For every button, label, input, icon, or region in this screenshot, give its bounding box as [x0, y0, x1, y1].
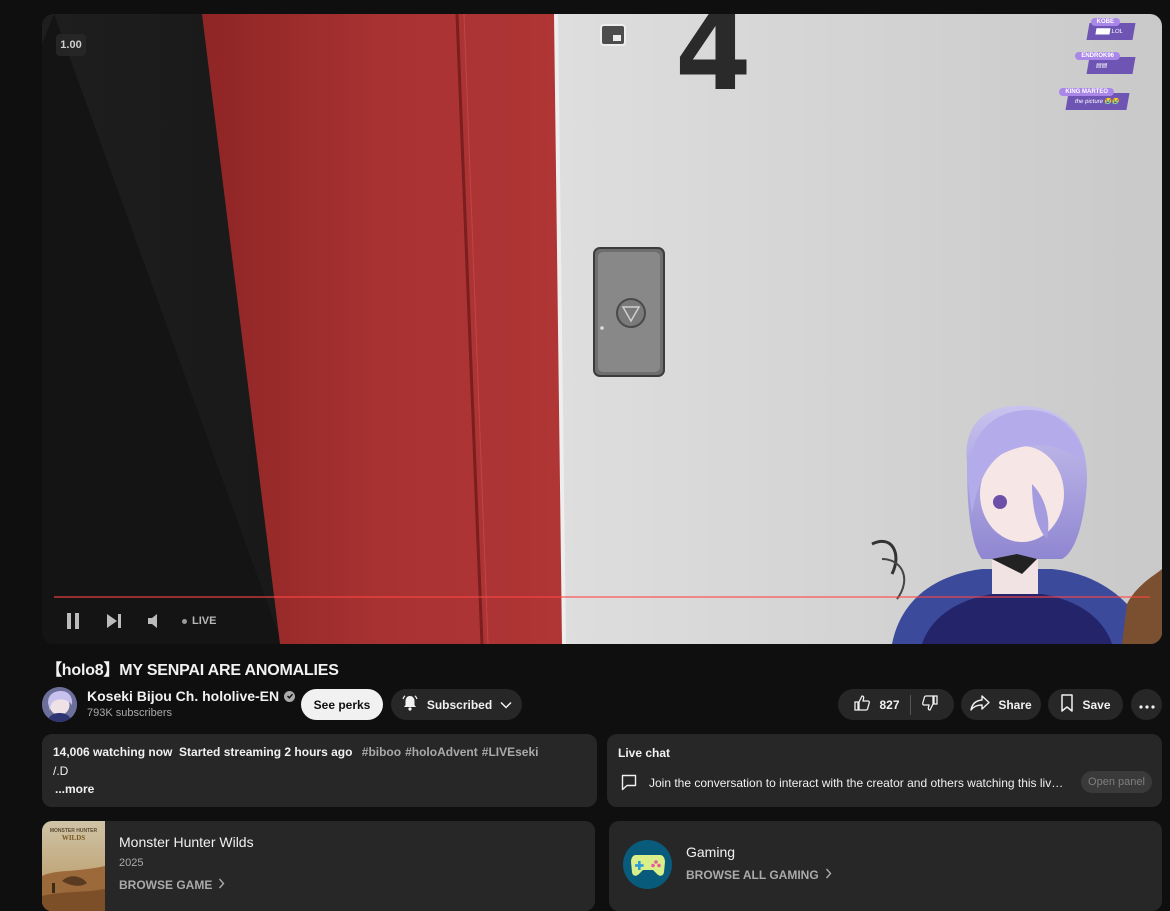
- live-indicator[interactable]: LIVE: [182, 610, 216, 632]
- browse-all-gaming-label: BROWSE ALL GAMING: [686, 868, 819, 882]
- progress-bar[interactable]: [54, 596, 1150, 598]
- svg-text:WILDS: WILDS: [62, 834, 85, 842]
- gaming-title: Gaming: [686, 844, 736, 860]
- subscriber-count: 793K subscribers: [87, 707, 172, 719]
- game-year: 2025: [119, 857, 144, 869]
- save-label: Save: [1082, 697, 1111, 712]
- player-controls: LIVE: [42, 596, 1162, 644]
- chat-overlay-message: KOBE ▇▇▇ LOL: [1086, 18, 1136, 40]
- game-title: Monster Hunter Wilds: [119, 834, 254, 850]
- browse-game-label: BROWSE GAME: [119, 878, 213, 892]
- description-text: /.D: [53, 764, 69, 778]
- bookmark-icon: [1060, 694, 1074, 715]
- dislike-button[interactable]: [911, 695, 939, 715]
- bell-icon: [401, 694, 419, 715]
- chat-overlay-user: KING MARTEO: [1059, 88, 1114, 96]
- live-chat-prompt: Join the conversation to interact with t…: [649, 776, 1069, 790]
- playback-speed-badge: 1.00: [56, 34, 86, 56]
- miniplayer-icon[interactable]: [600, 24, 626, 46]
- hashtag-link[interactable]: #holoAdvent: [405, 745, 478, 759]
- more-horizontal-icon: [1138, 698, 1155, 712]
- save-button[interactable]: Save: [1048, 689, 1123, 720]
- chat-overlay-user: ENDROK96: [1075, 52, 1120, 60]
- chevron-right-icon: [218, 878, 225, 892]
- watching-count: 14,006 watching now: [53, 745, 173, 759]
- live-chat-panel: Live chat Join the conversation to inter…: [607, 734, 1162, 807]
- live-label: LIVE: [192, 615, 217, 627]
- live-dot-icon: [182, 618, 187, 624]
- volume-icon[interactable]: [145, 610, 165, 632]
- stream-start-time: Started streaming 2 hours ago: [179, 745, 353, 759]
- hashtag-link[interactable]: #biboo: [362, 745, 401, 759]
- chat-overlay-user: KOBE: [1090, 18, 1120, 26]
- verified-icon: [284, 690, 296, 702]
- open-panel-button[interactable]: Open panel: [1081, 771, 1152, 793]
- svg-text:4: 4: [675, 14, 752, 115]
- see-perks-button[interactable]: See perks: [301, 689, 383, 720]
- live-chat-header: Live chat: [618, 746, 671, 760]
- chevron-down-icon: [500, 698, 512, 712]
- browse-all-gaming-button[interactable]: BROWSE ALL GAMING: [686, 868, 832, 882]
- description-more-button[interactable]: ...more: [55, 782, 94, 796]
- chevron-right-icon: [825, 868, 832, 882]
- chat-overlay-message: KING MARTEO the picture 😭😭: [1059, 88, 1130, 110]
- video-player[interactable]: 4 1.00 KOBE ▇▇▇ LOL ENDROK96 ▤▤ KING MAR…: [42, 14, 1162, 644]
- hashtag-link[interactable]: #LIVEseki: [482, 745, 539, 759]
- pause-icon[interactable]: [64, 610, 82, 632]
- browse-game-button[interactable]: BROWSE GAME: [119, 878, 225, 892]
- channel-name: Koseki Bijou Ch. hololive-EN: [87, 688, 280, 704]
- channel-avatar[interactable]: [42, 687, 77, 722]
- game-cover-image: MONSTER HUNTER WILDS: [42, 821, 105, 911]
- video-title: 【holo8】MY SENPAI ARE ANOMALIES: [46, 662, 339, 679]
- share-label: Share: [998, 697, 1032, 712]
- chat-bubble-icon: [621, 774, 637, 796]
- like-dislike-bar: 827: [838, 689, 954, 720]
- chat-overlay-message: ENDROK96 ▤▤: [1075, 52, 1136, 74]
- share-arrow-icon: [970, 695, 991, 714]
- subscribed-label: Subscribed: [426, 697, 493, 712]
- gamepad-icon: [623, 840, 672, 889]
- thumbs-up-icon: [853, 694, 871, 715]
- channel-name-link[interactable]: Koseki Bijou Ch. hololive-EN: [87, 688, 296, 704]
- subscribed-button[interactable]: Subscribed: [391, 689, 522, 720]
- like-count: 827: [879, 697, 900, 712]
- more-actions-button[interactable]: [1131, 689, 1162, 720]
- thumbs-down-icon: [921, 694, 939, 715]
- next-icon[interactable]: [104, 610, 124, 632]
- description-box[interactable]: 14,006 watching now Started streaming 2 …: [42, 734, 597, 807]
- game-card[interactable]: MONSTER HUNTER WILDS Monster Hunter Wild…: [42, 821, 595, 911]
- share-button[interactable]: Share: [961, 689, 1041, 720]
- video-frame: 4: [42, 14, 1162, 644]
- description-meta: 14,006 watching now Started streaming 2 …: [53, 745, 538, 759]
- gaming-category-card[interactable]: Gaming BROWSE ALL GAMING: [609, 821, 1162, 911]
- like-button[interactable]: 827: [853, 694, 911, 715]
